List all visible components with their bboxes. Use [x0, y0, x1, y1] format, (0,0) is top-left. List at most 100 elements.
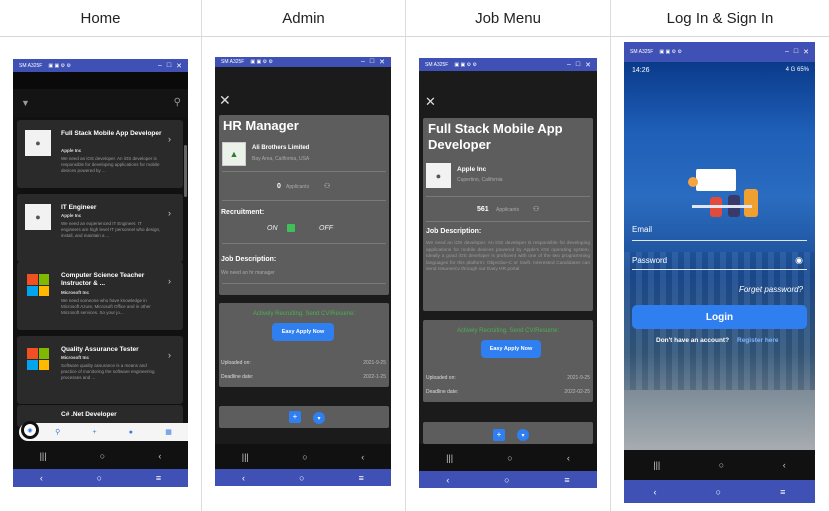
add-nav-icon[interactable]: + [92, 429, 96, 436]
home-nav-icon[interactable]: ◉ [21, 421, 39, 439]
job-card[interactable]: Quality Assurance Tester Microsoft Inc S… [17, 336, 183, 404]
home-circle-icon[interactable]: ○ [504, 475, 509, 485]
home-phone-screen: SM A325F ▣ ▣ ⚙ ⚙ – □ ✕ ▼ ⚲ ● Full Stack Mobi… [13, 59, 188, 487]
divider [222, 171, 386, 172]
home-circle-icon[interactable]: ○ [507, 453, 512, 463]
job-description: We need an iOS developer. An iOS develop… [426, 241, 590, 272]
status-bar: SM A325F ▣ ▣ ⚙ ⚙ – □ ✕ [13, 59, 188, 72]
login-button[interactable]: Login [632, 305, 807, 329]
job-card[interactable]: ● IT Engineer Apple Inc We need an exper… [17, 194, 183, 262]
menu-icon[interactable]: ≡ [780, 487, 785, 497]
job-description: We need an iOS developer. An iOS develop… [61, 156, 160, 173]
android-nav: ||| ○ ‹ [13, 442, 188, 469]
easy-apply-button[interactable]: Easy Apply Now [272, 323, 334, 341]
profile-nav-icon[interactable]: ● [129, 429, 133, 436]
column-header-job-menu: Job Menu [406, 0, 610, 37]
chevron-right-icon: › [168, 208, 171, 218]
deadline-label: Deadline date: [221, 374, 254, 380]
column-header-admin: Admin [202, 0, 405, 37]
column-divider [201, 0, 202, 511]
presentation-screen [696, 169, 736, 191]
close-icon[interactable]: ✕ [425, 94, 436, 110]
eye-icon[interactable]: ◉ [795, 255, 803, 266]
apple-logo-icon: ● [426, 163, 451, 188]
recents-icon[interactable]: ||| [40, 451, 47, 461]
job-title: C# .Net Developer [61, 411, 117, 418]
menu-icon[interactable]: ≡ [564, 475, 569, 485]
home-circle-icon[interactable]: ○ [719, 460, 724, 470]
company-name: Apple Inc [457, 166, 487, 173]
recents-icon[interactable]: ||| [446, 453, 453, 463]
scrollbar[interactable] [184, 145, 187, 197]
apple-logo-icon: ● [25, 204, 51, 230]
company-name: Apple Inc [61, 213, 82, 218]
person-figure [688, 177, 698, 187]
job-card[interactable]: Computer Science Teacher Instructor & ..… [17, 262, 183, 330]
back-icon[interactable]: ‹ [567, 453, 570, 463]
no-account-text: Don't have an account? [656, 337, 730, 344]
dropdown-icon[interactable]: ▾ [313, 412, 325, 424]
add-photo-icon[interactable]: + [289, 411, 301, 423]
back-icon[interactable]: ‹ [783, 460, 786, 470]
back-icon[interactable]: ‹ [361, 452, 364, 462]
screenshots-table: Home Admin Job Menu Log In & Sign In SM … [0, 0, 829, 511]
divider [426, 196, 590, 197]
job-description: Software quality assurance is a means an… [61, 363, 155, 380]
company-logo-icon: ▲ [222, 142, 246, 166]
uploaded-date: 2021-9-25 [567, 375, 590, 381]
password-label: Password [632, 256, 668, 265]
back-icon[interactable]: ‹ [40, 473, 43, 483]
apply-panel: Actively Recruiting. Send CV/Resume: Eas… [423, 320, 593, 402]
chevron-right-icon: › [168, 350, 171, 360]
status-icons: ▣ ▣ ⚙ ⚙ [48, 62, 71, 69]
actions-panel: + ▾ [219, 406, 389, 428]
search-nav-icon[interactable]: ⚲ [55, 428, 60, 436]
back-icon[interactable]: ‹ [446, 475, 449, 485]
status-icons: ▣ ▣ ⚙ ⚙ [659, 49, 682, 55]
grid-nav-icon[interactable]: ▦ [165, 428, 172, 436]
company-name: Ali Brothers Limited [252, 145, 310, 151]
job-title: HR Manager [223, 118, 299, 133]
divider [222, 283, 386, 284]
home-circle-icon[interactable]: ○ [97, 473, 102, 483]
recents-icon[interactable]: ||| [653, 460, 660, 470]
add-photo-icon[interactable]: + [493, 429, 505, 441]
status-icons: ▣ ▣ ⚙ ⚙ [454, 61, 477, 68]
register-link[interactable]: Register here [737, 337, 779, 344]
password-field[interactable] [632, 269, 807, 270]
back-icon[interactable]: ‹ [158, 451, 161, 461]
column-divider [610, 0, 611, 511]
easy-apply-button[interactable]: Easy Apply Now [481, 340, 541, 358]
email-field[interactable] [632, 240, 807, 241]
status-icons: ▣ ▣ ⚙ ⚙ [250, 59, 273, 65]
menu-icon[interactable]: ≡ [156, 473, 161, 483]
column-divider [405, 0, 406, 511]
home-circle-icon[interactable]: ○ [100, 451, 105, 461]
job-card[interactable]: ● Full Stack Mobile App Developer Apple … [17, 120, 183, 188]
column-header-login: Log In & Sign In [611, 0, 829, 37]
home-circle-icon[interactable]: ○ [302, 452, 307, 462]
back-icon[interactable]: ‹ [242, 473, 245, 483]
recruitment-off-label: OFF [319, 225, 333, 232]
close-icon[interactable]: ✕ [219, 92, 231, 109]
forgot-password-link[interactable]: Forget password? [739, 285, 803, 294]
filter-icon[interactable]: ▼ [21, 98, 30, 108]
search-icon[interactable]: ⚲ [174, 97, 181, 108]
home-circle-icon[interactable]: ○ [716, 487, 721, 497]
home-circle-icon[interactable]: ○ [299, 473, 304, 483]
applicants-label: Applicants [286, 184, 310, 190]
recruitment-toggle[interactable] [287, 224, 295, 232]
company-name: Apple Inc [61, 148, 82, 153]
divider [222, 243, 386, 244]
job-details-panel: Full Stack Mobile App Developer ● Apple … [423, 118, 593, 311]
divider [222, 200, 386, 201]
bottom-nav-bar: ⚲ + ● ▦ [19, 423, 188, 441]
status-bar: SM A325F ▣ ▣ ⚙ ⚙ – □ ✕ [215, 57, 391, 67]
recents-icon[interactable]: ||| [242, 452, 249, 462]
android-nav: ||| ○ ‹ [215, 444, 391, 469]
window-nav: ‹ ○ ≡ [419, 471, 597, 488]
dropdown-icon[interactable]: ▾ [517, 429, 529, 441]
job-description: We need an experienced IT Engineer. IT e… [61, 221, 161, 238]
back-icon[interactable]: ‹ [654, 487, 657, 497]
menu-icon[interactable]: ≡ [359, 473, 364, 483]
